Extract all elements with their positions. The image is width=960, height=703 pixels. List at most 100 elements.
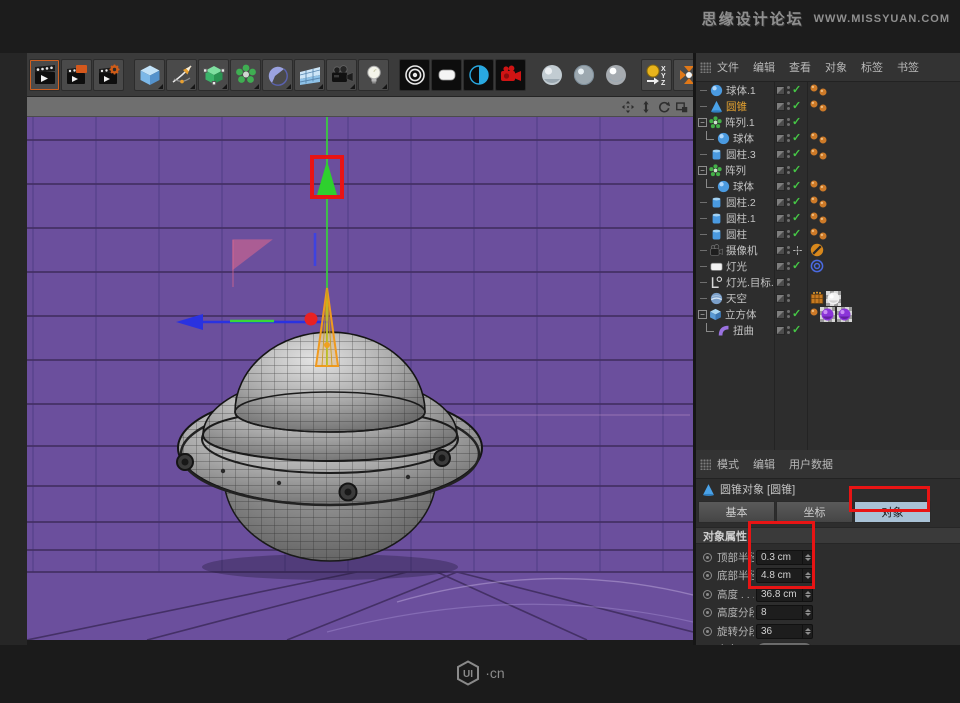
visibility-dots[interactable] <box>787 326 790 334</box>
value-field[interactable]: 4.8 cm <box>756 568 813 583</box>
expander-icon[interactable]: − <box>698 166 707 175</box>
key-record-icon[interactable] <box>703 590 712 599</box>
enabled-check-icon[interactable]: ✓ <box>792 85 801 95</box>
visibility-dots[interactable] <box>787 182 790 190</box>
camera-active-icon[interactable] <box>792 245 803 256</box>
tree-row-cylinder[interactable]: 圆柱.2✓ <box>696 194 960 210</box>
add-spline-button[interactable] <box>166 59 197 91</box>
visibility-dots[interactable] <box>787 166 790 174</box>
pan-icon[interactable] <box>620 99 635 114</box>
enabled-check-icon[interactable]: ✓ <box>792 133 801 143</box>
object-label[interactable]: 圆柱.2 <box>726 195 756 210</box>
object-label[interactable]: 球体.1 <box>726 83 756 98</box>
tree-row-sphere[interactable]: 球体✓ <box>696 130 960 146</box>
target-tool-button[interactable] <box>399 59 430 91</box>
material-preview-1[interactable] <box>536 59 567 91</box>
value-field[interactable]: 36.8 cm <box>756 587 813 602</box>
object-label[interactable]: 灯光 <box>726 259 747 274</box>
texture-tag-icon[interactable] <box>810 84 818 92</box>
add-generator-button[interactable] <box>198 59 229 91</box>
visibility-dots[interactable] <box>787 134 790 142</box>
enabled-check-icon[interactable]: ✓ <box>792 181 801 191</box>
display-mode-button[interactable] <box>463 59 494 91</box>
visibility-dots[interactable] <box>787 198 790 206</box>
render-camera-button[interactable] <box>495 59 526 91</box>
tree-row-cylinder[interactable]: 圆柱.1✓ <box>696 210 960 226</box>
visibility-dots[interactable] <box>787 214 790 222</box>
tab-2-selected[interactable]: 对象 <box>854 501 931 523</box>
stepper-arrows[interactable] <box>802 569 812 582</box>
tree-row-cube3d[interactable]: −立方体✓ <box>696 306 960 322</box>
object-label[interactable]: 球体 <box>733 179 754 194</box>
texture-tag-icon[interactable] <box>819 216 827 224</box>
layer-chip[interactable] <box>776 294 785 303</box>
panel-divider[interactable] <box>693 53 696 645</box>
object-manager-grip-icon[interactable] <box>700 62 711 73</box>
texture-tag-icon[interactable] <box>819 232 827 240</box>
texture-tag-icon[interactable] <box>819 88 827 96</box>
object-label[interactable]: 天空 <box>726 291 747 306</box>
texture-tag-icon[interactable] <box>810 308 818 316</box>
enabled-check-icon[interactable]: ✓ <box>792 117 801 127</box>
layer-chip[interactable] <box>776 150 785 159</box>
dolly-icon[interactable] <box>638 99 653 114</box>
layer-chip[interactable] <box>776 86 785 95</box>
visibility-dots[interactable] <box>787 262 790 270</box>
visibility-dots[interactable] <box>787 310 790 318</box>
render-view-button[interactable] <box>29 59 60 91</box>
material-thumbnail-white[interactable] <box>826 291 841 306</box>
coordinate-system-button[interactable]: XYZ <box>641 59 672 91</box>
add-array-button[interactable] <box>230 59 261 91</box>
rotate-icon[interactable] <box>656 99 671 114</box>
texture-tag-icon[interactable] <box>810 148 818 156</box>
enabled-check-icon[interactable]: ✓ <box>792 101 801 111</box>
viewport[interactable] <box>27 97 693 640</box>
layer-chip[interactable] <box>776 310 785 319</box>
layer-chip[interactable] <box>776 262 785 271</box>
texture-tag-icon[interactable] <box>810 180 818 188</box>
target-tag-icon[interactable] <box>810 259 824 273</box>
layer-chip[interactable] <box>776 326 785 335</box>
add-camera-button[interactable] <box>326 59 357 91</box>
texture-tag-icon[interactable] <box>810 132 818 140</box>
tree-row-camera[interactable]: 摄像机 <box>696 242 960 258</box>
texture-tag-icon[interactable] <box>819 136 827 144</box>
object-label[interactable]: 摄像机 <box>726 243 758 258</box>
object-label[interactable]: 圆柱.1 <box>726 211 756 226</box>
visibility-dots[interactable] <box>787 230 790 238</box>
visibility-dots[interactable] <box>787 118 790 126</box>
add-metaball-button[interactable] <box>262 59 293 91</box>
tree-row-light[interactable]: 灯光✓ <box>696 258 960 274</box>
stepper-arrows[interactable] <box>802 588 812 601</box>
stepper-arrows[interactable] <box>802 606 812 619</box>
protection-tag-icon[interactable] <box>810 243 824 257</box>
tab-1[interactable]: 坐标 <box>776 501 853 523</box>
texture-tag-icon[interactable] <box>819 152 827 160</box>
object-label[interactable]: 圆柱 <box>726 227 747 242</box>
value-field[interactable]: 0.3 cm <box>756 550 813 565</box>
texture-tag-icon[interactable] <box>810 100 818 108</box>
render-region-button[interactable] <box>61 59 92 91</box>
enabled-check-icon[interactable]: ✓ <box>792 149 801 159</box>
area-light-button[interactable] <box>431 59 462 91</box>
object-label[interactable]: 灯光.目标.1 <box>726 275 774 290</box>
layer-chip[interactable] <box>776 214 785 223</box>
key-record-icon[interactable] <box>703 553 712 562</box>
stepper-arrows[interactable] <box>802 551 812 564</box>
material-preview-3[interactable] <box>600 59 631 91</box>
texture-tag-icon[interactable] <box>810 228 818 236</box>
visibility-dots[interactable] <box>787 278 790 286</box>
attribute-manager-menu-item-0[interactable]: 模式 <box>717 456 739 472</box>
object-manager-menu-item-4[interactable]: 标签 <box>861 59 883 75</box>
render-settings-button[interactable] <box>93 59 124 91</box>
visibility-dots[interactable] <box>787 102 790 110</box>
tree-row-sphere[interactable]: 球体.1 ✓ <box>696 82 960 98</box>
enabled-check-icon[interactable]: ✓ <box>792 229 801 239</box>
tree-row-array[interactable]: −阵列.1✓ <box>696 114 960 130</box>
texture-tag-icon[interactable] <box>819 200 827 208</box>
layer-chip[interactable] <box>776 246 785 255</box>
tree-row-light-target[interactable]: 灯光.目标.1 <box>696 274 960 290</box>
layer-chip[interactable] <box>776 182 785 191</box>
material-thumbnail-purple[interactable] <box>837 307 852 322</box>
add-stage-button[interactable] <box>294 59 325 91</box>
